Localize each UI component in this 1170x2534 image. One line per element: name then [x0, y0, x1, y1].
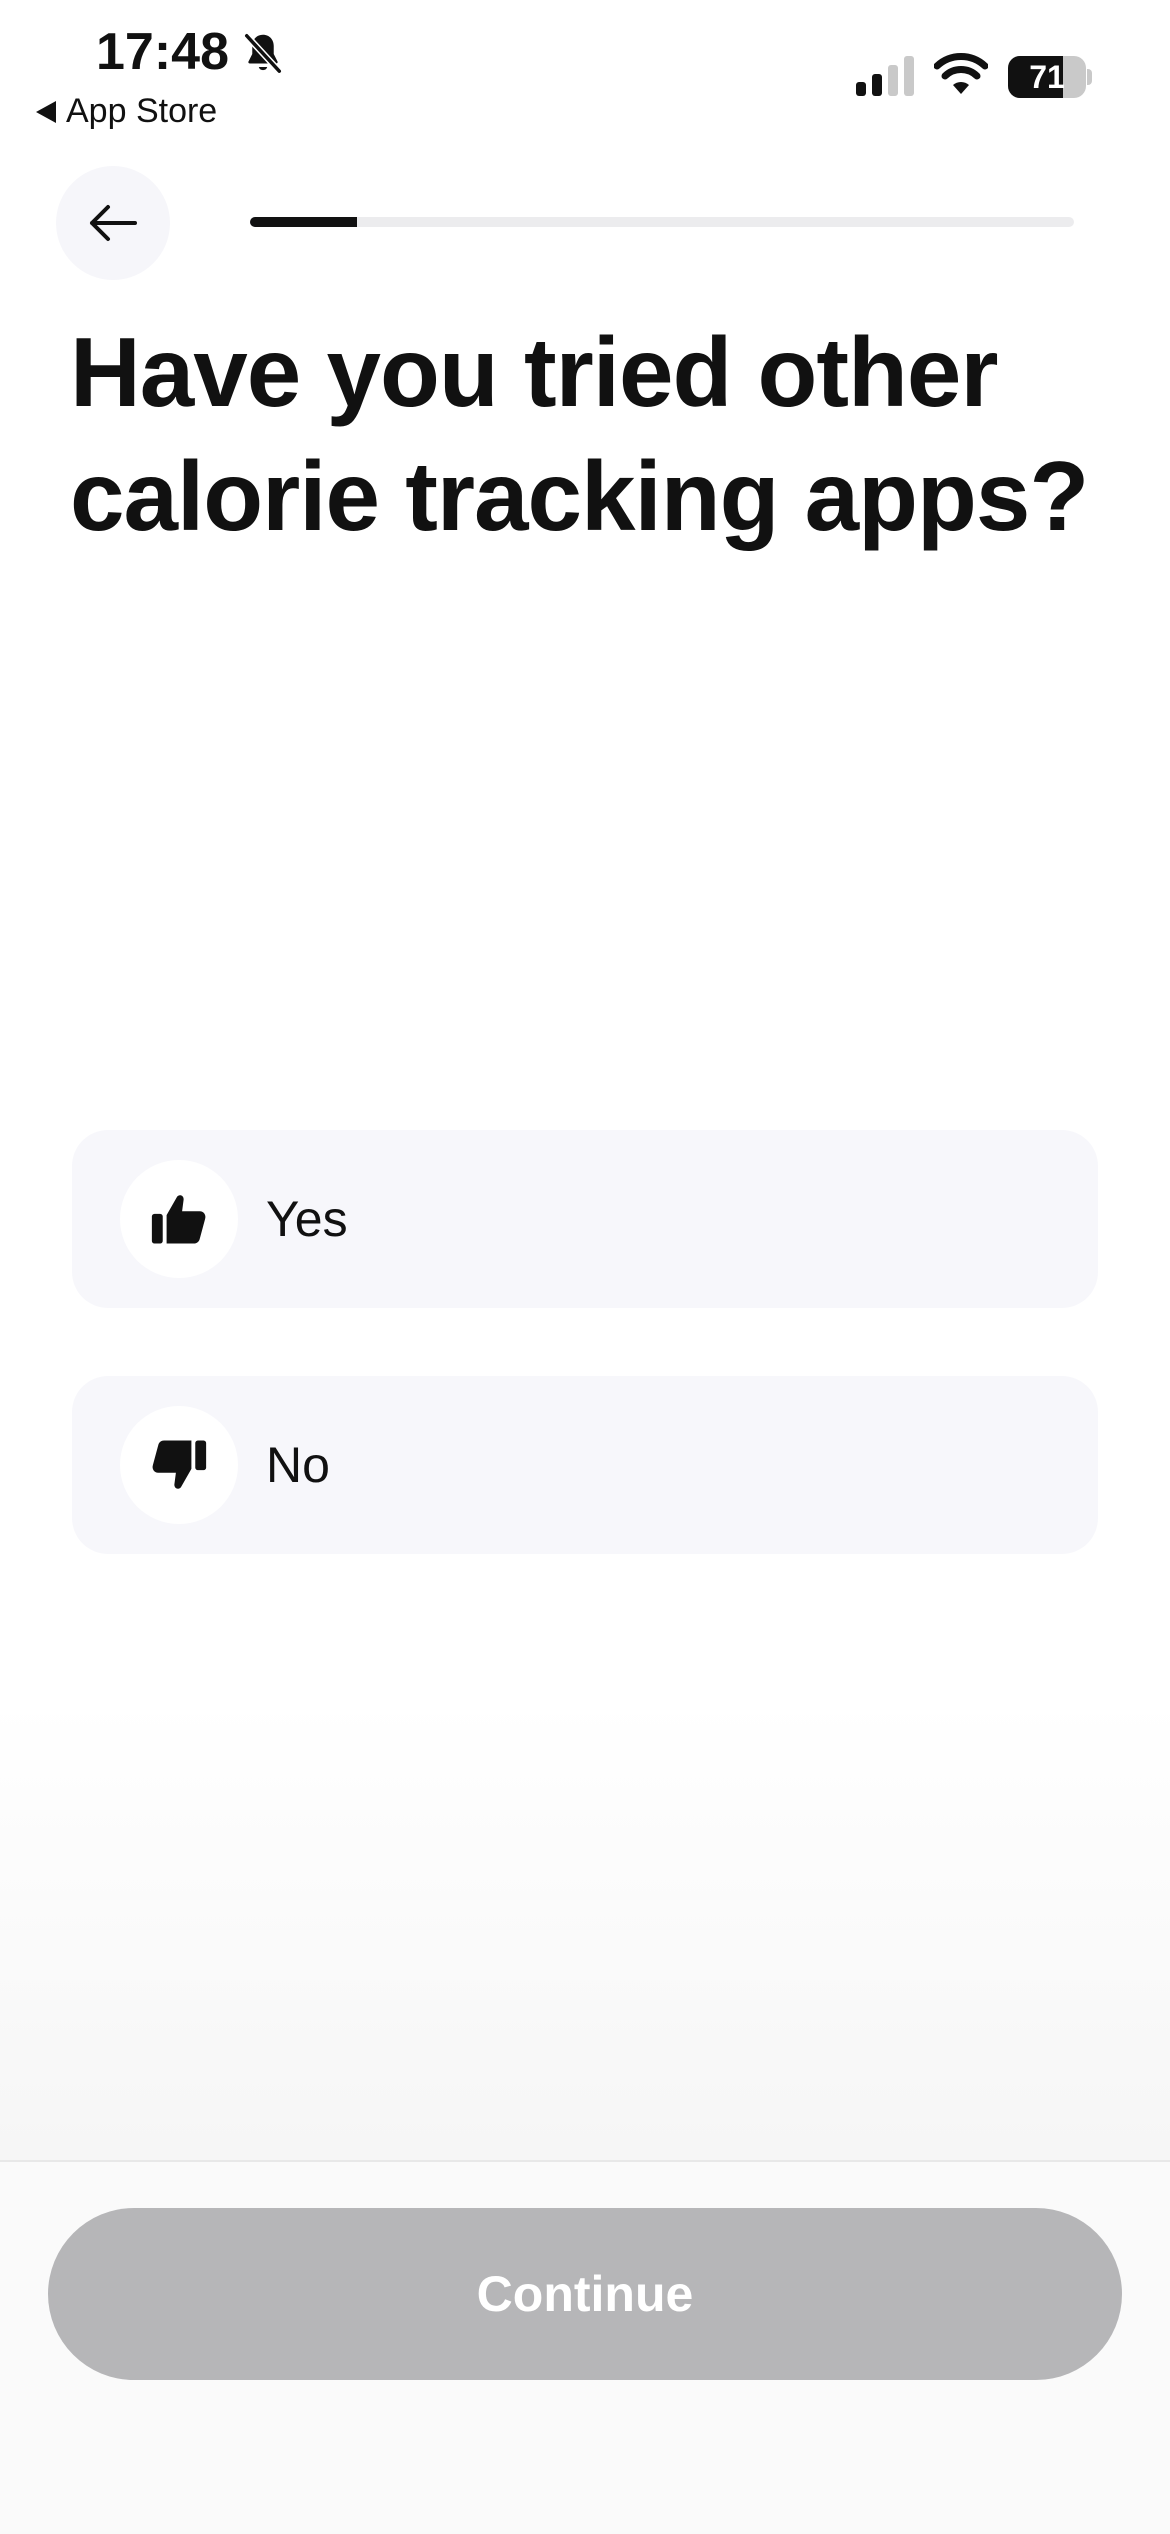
back-triangle-icon	[36, 100, 56, 123]
back-to-app-label: App Store	[66, 92, 218, 130]
cellular-signal-icon	[856, 56, 914, 96]
status-time: 17:48	[96, 23, 229, 81]
option-icon-circle	[120, 1406, 238, 1524]
thumbs-down-icon	[152, 1440, 207, 1489]
back-button[interactable]	[56, 166, 170, 280]
option-label-no: No	[266, 1437, 330, 1493]
option-no[interactable]: No	[72, 1376, 1098, 1554]
bottom-fade	[0, 1700, 1170, 2160]
option-yes[interactable]: Yes	[72, 1130, 1098, 1308]
wifi-icon	[934, 53, 988, 94]
progress-fill	[250, 217, 358, 227]
option-label-yes: Yes	[266, 1191, 348, 1247]
battery-body: 71	[1008, 56, 1086, 98]
bell-slash-icon	[243, 32, 283, 75]
battery-icon: 71	[1008, 56, 1092, 98]
thumbs-up-icon	[151, 1195, 206, 1244]
battery-level: 71	[1029, 59, 1065, 95]
option-icon-circle	[120, 1160, 238, 1278]
progress-bar	[250, 217, 1074, 227]
battery-nub	[1087, 69, 1092, 85]
continue-button[interactable]: Continue	[48, 2208, 1122, 2380]
arrow-left-icon	[90, 205, 137, 241]
question-title: Have you tried other calorie tracking ap…	[70, 317, 1089, 551]
back-to-app-store[interactable]: App Store	[36, 92, 217, 131]
